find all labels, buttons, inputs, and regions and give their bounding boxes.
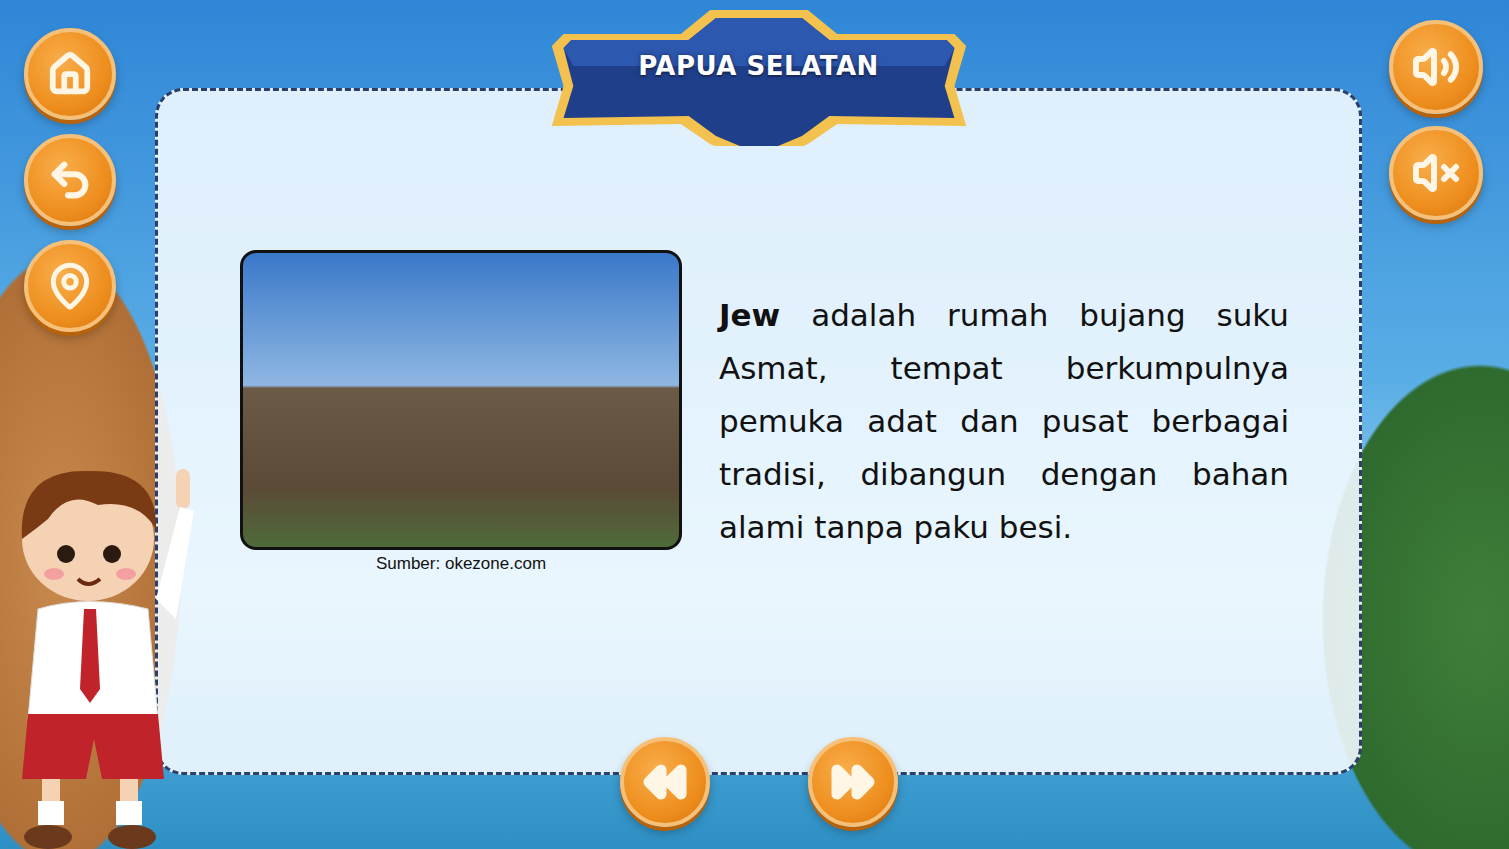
- right-toolbar: [1362, 0, 1509, 849]
- next-button[interactable]: [808, 737, 898, 827]
- speaker-icon: [1412, 43, 1460, 91]
- fast-forward-icon: [829, 758, 877, 806]
- map-button[interactable]: [24, 240, 116, 332]
- sound-on-button[interactable]: [1389, 20, 1483, 114]
- location-pin-icon: [45, 261, 95, 311]
- screen: Sumber: okezone.com Jew adalah rumah buja…: [0, 0, 1509, 849]
- previous-button[interactable]: [620, 737, 710, 827]
- title: PAPUA SELATAN: [638, 51, 879, 81]
- student-character-icon: [8, 449, 198, 849]
- house-photo: [240, 250, 682, 550]
- rewind-icon: [641, 758, 689, 806]
- home-icon: [47, 51, 93, 97]
- content-area: Sumber: okezone.com Jew adalah rumah buja…: [155, 0, 1362, 849]
- home-button[interactable]: [24, 28, 116, 120]
- back-arrow-icon: [47, 157, 93, 203]
- term: Jew: [719, 297, 780, 333]
- mute-button[interactable]: [1389, 126, 1483, 220]
- back-button[interactable]: [24, 134, 116, 226]
- description: Jew adalah rumah bujang suku Asmat, temp…: [719, 289, 1289, 554]
- photo-figure: Sumber: okezone.com: [240, 250, 682, 574]
- photo-caption: Sumber: okezone.com: [376, 554, 546, 574]
- info-card: Sumber: okezone.com Jew adalah rumah buja…: [155, 88, 1362, 775]
- title-banner: PAPUA SELATAN: [544, 6, 974, 146]
- speaker-mute-icon: [1412, 149, 1460, 197]
- page-nav: [620, 737, 898, 827]
